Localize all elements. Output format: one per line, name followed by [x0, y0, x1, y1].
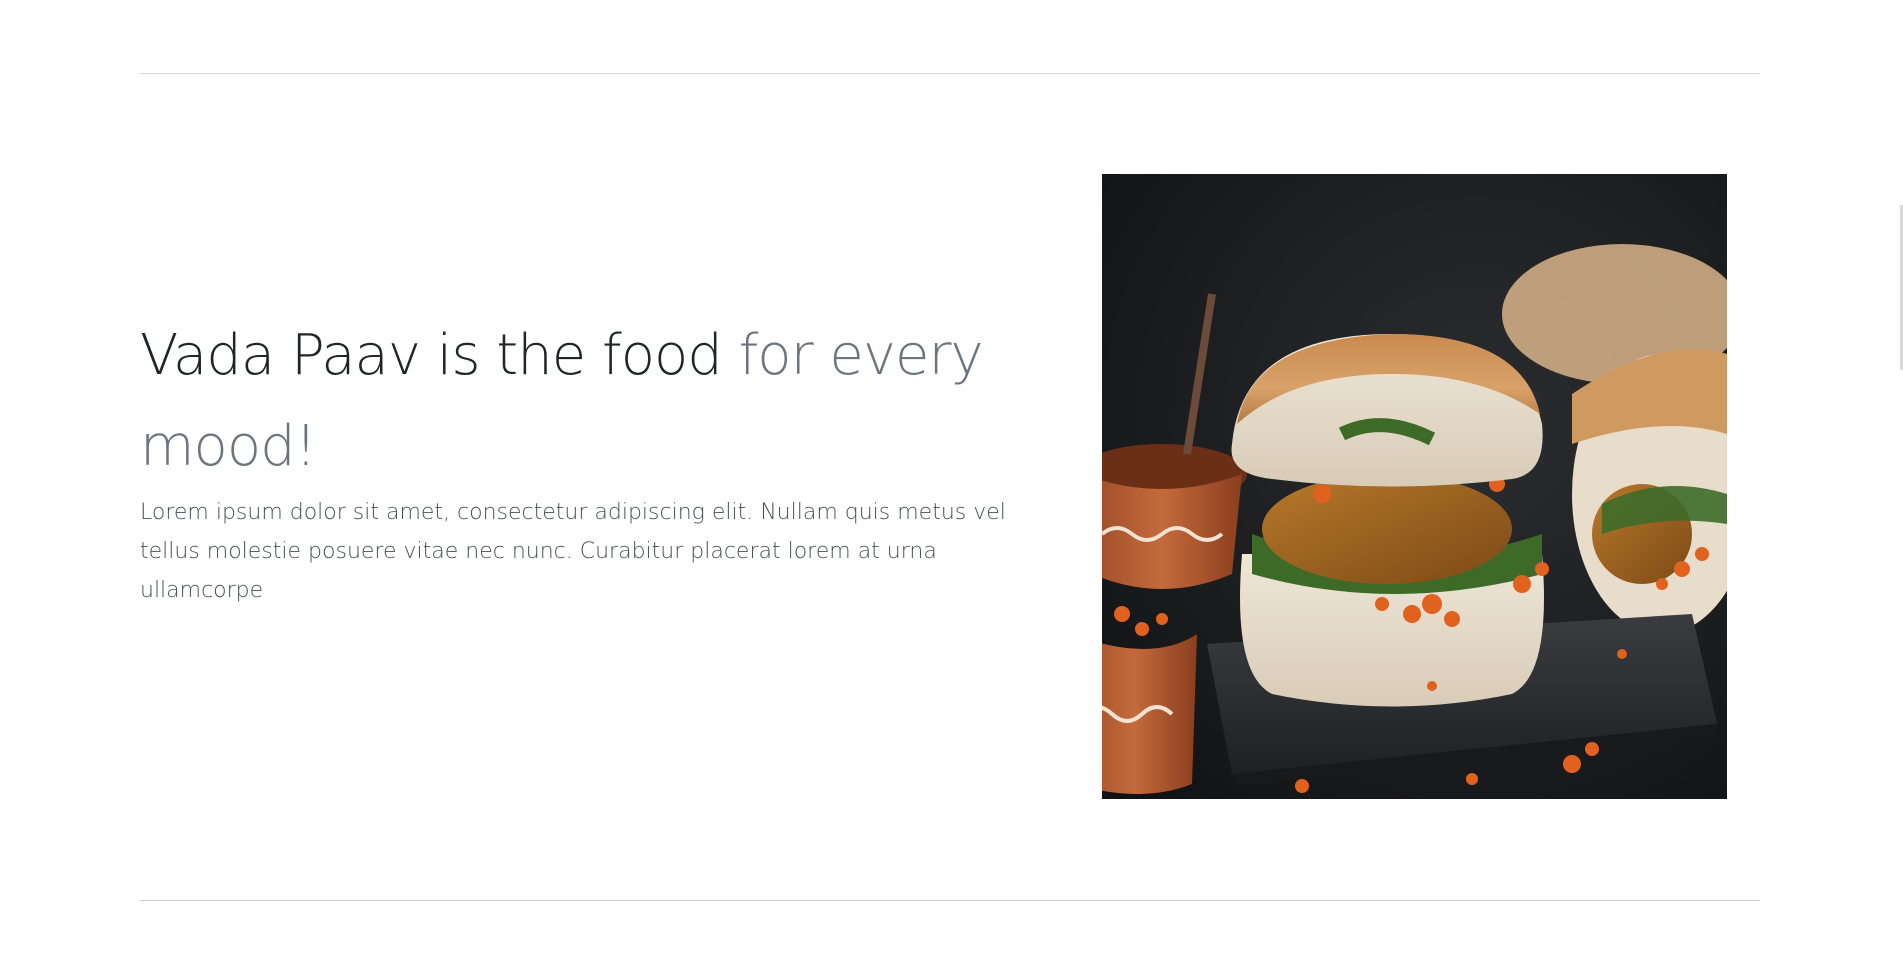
featurette-text-column: Vada Paav is the food for every mood! Lo…	[140, 310, 1040, 610]
scrollbar-track[interactable]	[1899, 0, 1903, 973]
vada-paav-illustration	[1102, 174, 1727, 799]
featurette-divider-top	[140, 73, 1760, 74]
page: Vada Paav is the food for every mood! Lo…	[0, 0, 1903, 973]
featurette-lead-text: Lorem ipsum dolor sit amet, consectetur …	[140, 500, 1006, 603]
featurette-heading: Vada Paav is the food for every mood!	[140, 310, 1040, 492]
heading-main-text: Vada Paav is the food	[140, 323, 739, 388]
vada-paav-image	[1102, 174, 1727, 799]
featurette-divider-bottom	[140, 900, 1760, 901]
